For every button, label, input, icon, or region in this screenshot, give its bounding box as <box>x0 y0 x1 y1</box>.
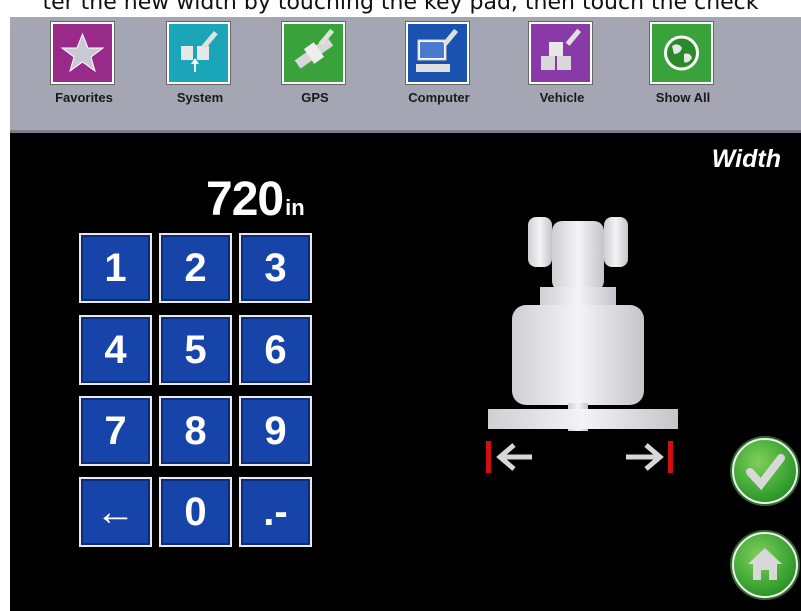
width-marker-right <box>668 441 673 473</box>
checkmark-icon <box>746 454 785 491</box>
nav-computer-label: Computer <box>408 90 470 105</box>
confirm-button[interactable] <box>732 438 798 504</box>
width-unit: in <box>285 195 305 220</box>
key-9[interactable]: 9 <box>239 396 312 466</box>
nav-vehicle[interactable]: Vehicle <box>507 22 617 126</box>
key-decimal-minus[interactable]: .- <box>239 477 312 547</box>
star-icon <box>51 22 114 84</box>
system-wrench-icon <box>167 22 230 84</box>
nav-gps[interactable]: GPS <box>260 22 370 126</box>
width-arrows <box>486 441 673 473</box>
width-marker-left <box>486 441 491 473</box>
screen-title: Width <box>711 145 781 173</box>
key-0[interactable]: 0 <box>159 477 232 547</box>
nav-favorites-label: Favorites <box>55 90 113 105</box>
nav-vehicle-label: Vehicle <box>539 90 585 105</box>
nav-system[interactable]: System <box>145 22 255 126</box>
nav-system-label: System <box>176 90 224 105</box>
nav-favorites[interactable]: Favorites <box>29 22 139 126</box>
nav-gps-label: GPS <box>301 90 329 105</box>
width-value: 720 <box>206 173 284 226</box>
key-7[interactable]: 7 <box>79 396 152 466</box>
left-arrow-icon <box>496 443 532 471</box>
computer-icon <box>406 22 469 84</box>
top-nav-bar: Favorites System GPS Computer Vehicle Sh… <box>10 17 801 133</box>
key-backspace[interactable]: ← <box>79 477 152 547</box>
display-screen: Favorites System GPS Computer Vehicle Sh… <box>10 17 801 611</box>
key-4[interactable]: 4 <box>79 315 152 385</box>
key-1[interactable]: 1 <box>79 233 152 303</box>
key-6[interactable]: 6 <box>239 315 312 385</box>
key-2[interactable]: 2 <box>159 233 232 303</box>
right-arrow-icon <box>626 443 664 471</box>
vehicle-blocks-icon <box>529 22 592 84</box>
nav-show-all-label: Show All <box>655 90 711 105</box>
key-3[interactable]: 3 <box>239 233 312 303</box>
key-8[interactable]: 8 <box>159 396 232 466</box>
width-readout: 720in <box>206 172 305 227</box>
globe-icon <box>650 22 713 84</box>
home-button[interactable] <box>732 532 798 598</box>
home-icon <box>748 548 782 580</box>
key-5[interactable]: 5 <box>159 315 232 385</box>
nav-computer[interactable]: Computer <box>384 22 494 126</box>
satellite-icon <box>282 22 345 84</box>
nav-show-all[interactable]: Show All <box>628 22 738 126</box>
